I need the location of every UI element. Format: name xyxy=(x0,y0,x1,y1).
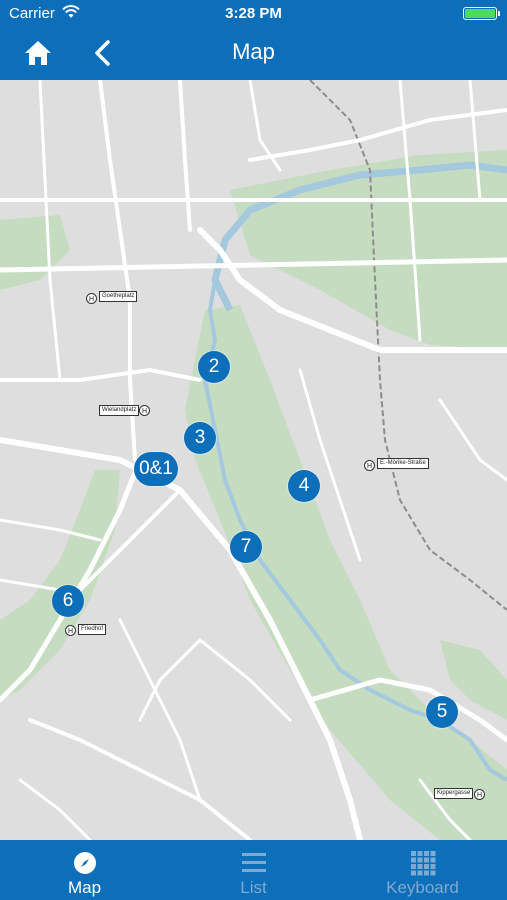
tab-map[interactable]: Map xyxy=(0,840,169,900)
tab-list[interactable]: List xyxy=(169,840,338,900)
battery-icon xyxy=(463,7,500,20)
stop-label-kippergasse: Kippergasse xyxy=(434,788,474,799)
page-title: Map xyxy=(232,39,275,64)
map-marker-2[interactable]: 2 xyxy=(198,351,230,383)
bus-stop-icon: H xyxy=(86,293,97,304)
map-marker-5[interactable]: 5 xyxy=(426,696,458,728)
status-time: 3:28 PM xyxy=(225,5,282,22)
map-marker-0-and-1[interactable]: 0&1 xyxy=(134,452,178,486)
compass-icon xyxy=(73,852,96,874)
tab-keyboard[interactable]: Keyboard xyxy=(338,840,507,900)
map-marker-3[interactable]: 3 xyxy=(184,422,216,454)
stop-label-wielandplatz: Wielandplatz xyxy=(99,405,140,416)
map-view[interactable]: H Goetheplatz H Wielandplatz H E.-Mörike… xyxy=(0,80,507,840)
tab-label: Map xyxy=(67,878,102,897)
stop-label-friedhof: Friedhof xyxy=(78,624,107,635)
map-marker-6[interactable]: 6 xyxy=(52,585,84,617)
map-base-layer xyxy=(0,80,507,840)
keypad-icon xyxy=(410,851,435,876)
map-marker-4[interactable]: 4 xyxy=(288,470,320,502)
bus-stop-icon: H xyxy=(364,460,375,471)
stop-label-moerike: E.-Mörike-Straße xyxy=(377,458,429,469)
list-icon xyxy=(241,853,266,872)
navigation-bar: Map xyxy=(0,26,507,80)
bus-stop-icon: H xyxy=(474,789,485,800)
tab-label: Keyboard xyxy=(386,878,459,897)
bus-stop-icon: H xyxy=(139,405,150,416)
bus-stop-icon: H xyxy=(65,625,76,636)
map-marker-7[interactable]: 7 xyxy=(230,531,262,563)
tab-label: List xyxy=(240,878,267,897)
tab-bar: Map List Keyboard xyxy=(0,840,507,900)
stop-label-goetheplatz: Goetheplatz xyxy=(99,291,138,302)
status-bar: Carrier 3:28 PM xyxy=(0,0,507,26)
